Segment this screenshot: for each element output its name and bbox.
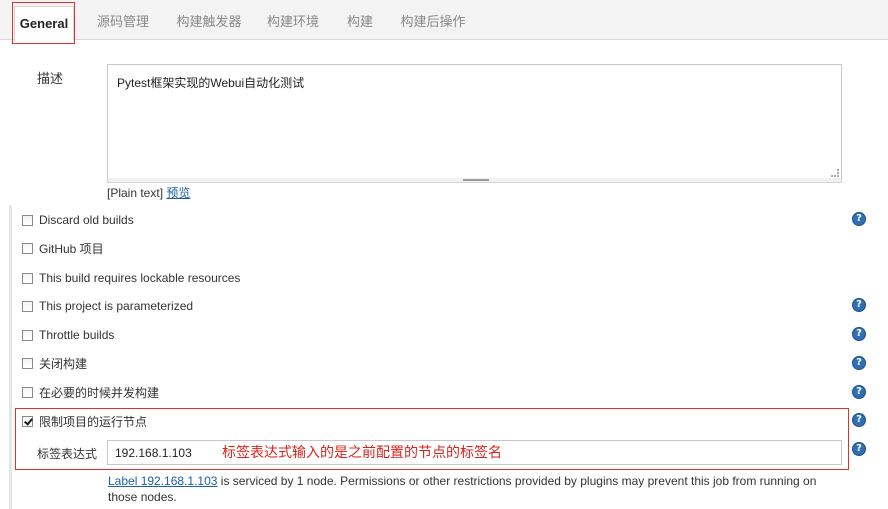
option-lockable-resources[interactable]: This build requires lockable resources <box>22 270 240 286</box>
label-link[interactable]: Label 192.168.1.103 <box>108 474 217 488</box>
description-label: 描述 <box>37 71 64 86</box>
option-parameterized[interactable]: This project is parameterized <box>22 298 193 314</box>
checkbox[interactable] <box>22 214 33 226</box>
tab-source-code[interactable]: 源码管理 <box>90 0 156 40</box>
checkbox[interactable] <box>22 386 33 398</box>
option-label: 限制项目的运行节点 <box>39 414 148 429</box>
tab-post-build[interactable]: 构建后操作 <box>394 0 472 40</box>
option-concurrent-builds[interactable]: 在必要的时候并发构建 <box>22 384 159 400</box>
option-github-project[interactable]: GitHub 项目 <box>22 240 104 256</box>
drag-handle-icon <box>463 179 489 181</box>
option-restrict-node[interactable]: 限制项目的运行节点 <box>22 413 147 429</box>
option-label: Discard old builds <box>39 213 134 227</box>
resize-grip-icon[interactable] <box>831 169 839 177</box>
option-label: This project is parameterized <box>39 299 194 313</box>
help-icon[interactable]: ? <box>852 356 866 370</box>
tab-build-environment[interactable]: 构建环境 <box>260 0 326 40</box>
help-icon[interactable]: ? <box>852 212 866 226</box>
help-icon[interactable]: ? <box>852 327 866 341</box>
label-info-message: Label 192.168.1.103 is serviced by 1 nod… <box>108 473 848 505</box>
option-label: GitHub 项目 <box>39 241 104 256</box>
option-throttle-builds[interactable]: Throttle builds <box>22 327 114 343</box>
help-icon[interactable]: ? <box>852 442 866 456</box>
checkbox[interactable] <box>22 329 33 341</box>
option-discard-old-builds[interactable]: Discard old builds <box>22 212 134 228</box>
preview-link[interactable]: 预览 <box>166 186 190 200</box>
description-textarea[interactable]: Pytest框架实现的Webui自动化测试 <box>107 64 842 180</box>
option-label: 在必要的时候并发构建 <box>39 385 160 400</box>
config-tab-bar: General 源码管理 构建触发器 构建环境 构建 构建后操作 <box>0 0 888 42</box>
option-label: This build requires lockable resources <box>39 271 241 285</box>
tab-build-triggers[interactable]: 构建触发器 <box>170 0 248 40</box>
format-line: [Plain text] 预览 <box>107 184 190 201</box>
checkbox-checked[interactable] <box>22 415 33 427</box>
checkbox[interactable] <box>22 300 33 312</box>
checkbox[interactable] <box>22 272 33 284</box>
checkbox[interactable] <box>22 357 33 369</box>
section-left-rule <box>9 205 12 509</box>
checkbox[interactable] <box>22 242 33 254</box>
tab-build[interactable]: 构建 <box>338 0 382 40</box>
annotation-text: 标签表达式输入的是之前配置的节点的标签名 <box>222 445 502 461</box>
format-type: [Plain text] <box>107 186 164 200</box>
tab-general[interactable]: General <box>14 6 74 42</box>
help-icon[interactable]: ? <box>852 385 866 399</box>
textarea-resize-bar[interactable] <box>107 178 842 183</box>
option-label: Throttle builds <box>39 328 115 342</box>
option-disable-build[interactable]: 关闭构建 <box>22 355 87 371</box>
description-text: Pytest框架实现的Webui自动化测试 <box>117 76 305 90</box>
label-expression-label: 标签表达式 <box>37 447 98 461</box>
help-icon[interactable]: ? <box>852 413 866 427</box>
option-label: 关闭构建 <box>39 356 88 371</box>
help-icon[interactable]: ? <box>852 298 866 312</box>
